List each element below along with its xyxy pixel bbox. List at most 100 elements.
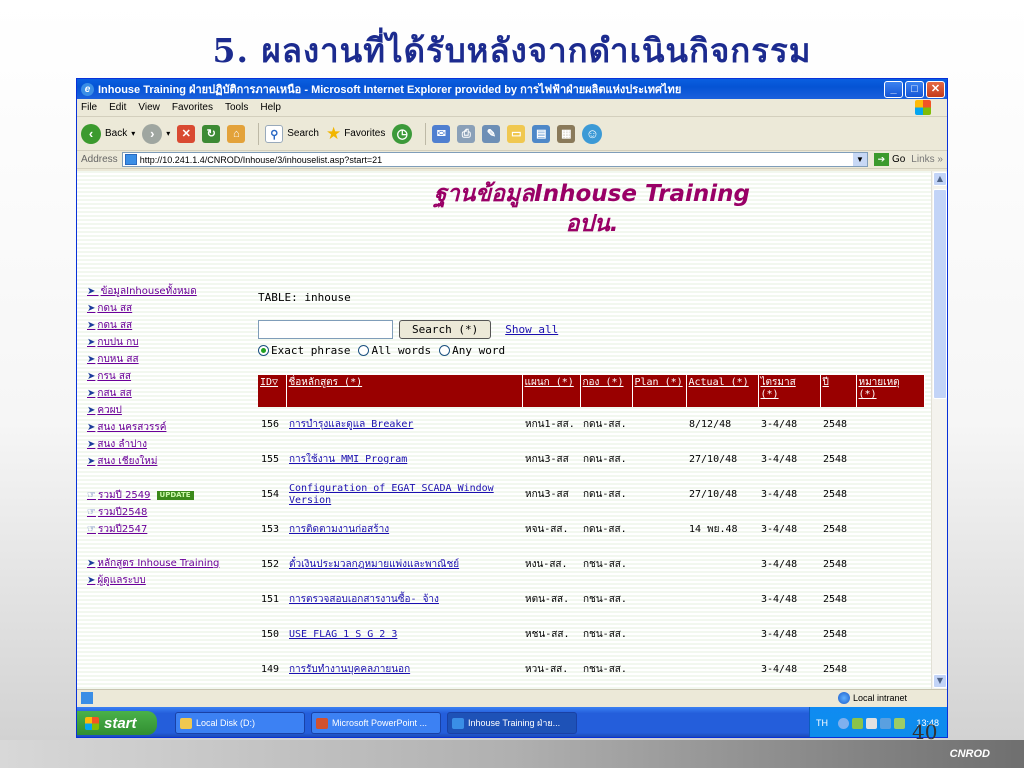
monitor-icon[interactable] <box>880 717 891 729</box>
menu-favorites[interactable]: Favorites <box>172 102 213 113</box>
course-title-link[interactable]: การใช้งาน MMI Program <box>289 454 407 465</box>
search-mode-option[interactable]: All words <box>358 344 431 357</box>
maximize-button[interactable]: □ <box>905 80 924 98</box>
sidebar-summary-0[interactable]: ☞ รวมปี 2549 UPDATE <box>87 487 219 504</box>
menu-view[interactable]: View <box>138 102 160 113</box>
course-title-link[interactable]: USE FLAG 1 S G 2 3 <box>289 629 397 640</box>
course-title-cell[interactable]: Configuration of EGAT SCADA Window Versi… <box>286 477 522 512</box>
course-title-link[interactable]: การรับทำงานบุคคลภายนอก <box>289 664 410 675</box>
folder-button[interactable]: ▭ <box>507 124 526 143</box>
windows-logo-icon <box>915 100 931 115</box>
window-titlebar[interactable]: e Inhouse Training ฝ่ายปฏิบัติการภาคเหนื… <box>77 79 947 99</box>
menu-edit[interactable]: Edit <box>109 102 126 113</box>
mail-button[interactable]: ✉ <box>432 124 451 143</box>
course-title-cell[interactable]: การใช้งาน MMI Program <box>286 442 522 477</box>
menu-tools[interactable]: Tools <box>225 102 248 113</box>
radio-button[interactable] <box>358 345 370 356</box>
favorites-button[interactable]: ★ Favorites <box>326 124 385 144</box>
refresh-button[interactable]: ↻ <box>202 124 221 143</box>
chevron-down-icon: ▾ <box>166 129 171 138</box>
course-title-link[interactable]: การบำรุงและดูแล Breaker <box>289 419 413 430</box>
course-title-cell[interactable]: การรับทำงานบุคคลภายนอก <box>286 652 522 687</box>
sidebar-item-5[interactable]: ➤ กรน สส <box>87 368 219 385</box>
sidebar-item-4[interactable]: ➤ กบหน สส <box>87 351 219 368</box>
taskbar-item-local-disk[interactable]: Local Disk (D:) <box>175 712 305 734</box>
search-button[interactable]: ⚲ Search <box>265 124 319 143</box>
sidebar-item-1[interactable]: ➤ กดน สส <box>87 300 219 317</box>
table-header-cell[interactable]: ID▽ <box>258 375 287 407</box>
stop-button[interactable]: ✕ <box>177 124 196 143</box>
table-header-cell[interactable]: หมายเหตุ (*) <box>856 375 925 407</box>
taskbar-item-inhouse-training[interactable]: Inhouse Training ฝ่าย... <box>447 712 577 734</box>
sidebar-item-7[interactable]: ➤ ควผป <box>87 402 219 419</box>
shield-icon[interactable] <box>866 717 877 729</box>
forward-button[interactable]: › ▾ <box>142 123 171 144</box>
discuss-button[interactable]: ▤ <box>532 124 551 143</box>
radio-button[interactable] <box>439 345 451 356</box>
table-header-cell[interactable]: แผนก (*) <box>522 375 581 407</box>
course-title-link[interactable]: การตรวจสอบเอกสารงานซื้อ- จ้าง <box>289 594 439 605</box>
search-mode-option[interactable]: Any word <box>439 344 505 357</box>
vertical-scrollbar[interactable]: ▲ ▼ <box>931 171 947 689</box>
research-button[interactable]: ▦ <box>557 124 576 143</box>
table-header-cell[interactable]: ชื่อหลักสูตร (*) <box>286 375 523 407</box>
sidebar-item-10[interactable]: ➤ สนง เชียงใหม่ <box>87 453 219 470</box>
taskbar-item-powerpoint[interactable]: Microsoft PowerPoint ... <box>311 712 441 734</box>
course-title-cell[interactable]: การบำรุงและดูแล Breaker <box>286 407 522 442</box>
history-button[interactable]: ◷ <box>392 123 413 144</box>
search-submit-button[interactable]: Search (*) <box>399 320 492 339</box>
table-header-cell[interactable]: Plan (*) <box>632 375 687 407</box>
table-header-cell[interactable]: ไตรมาส (*) <box>758 375 821 407</box>
sidebar-item-3[interactable]: ➤ กบปน กบ <box>87 334 219 351</box>
course-title-link[interactable]: ตั๋วเงินประมวลกฎหมายแพ่งและพาณิชย์ <box>289 559 459 570</box>
sidebar-summary-1[interactable]: ☞ รวมปี2548 <box>87 504 219 521</box>
sidebar-item-9[interactable]: ➤ สนง ลำปาง <box>87 436 219 453</box>
volume-icon[interactable] <box>894 717 905 729</box>
sidebar-item-6[interactable]: ➤ กสน สส <box>87 385 219 402</box>
network-icon[interactable] <box>852 717 863 729</box>
table-header-cell[interactable]: ปี <box>820 375 857 407</box>
course-title-cell[interactable]: ตั๋วเงินประมวลกฎหมายแพ่งและพาณิชย์ <box>286 547 522 582</box>
go-button[interactable]: ➔ Go <box>873 153 905 166</box>
messenger-button[interactable]: ☺ <box>582 123 603 144</box>
sidebar-extra-0[interactable]: ➤ หลักสูตร Inhouse Training <box>87 555 219 572</box>
search-mode-option[interactable]: Exact phrase <box>258 344 350 357</box>
links-button[interactable]: Links » <box>911 154 943 165</box>
home-button[interactable]: ⌂ <box>227 124 246 143</box>
address-input[interactable]: http://10.241.1.4/CNROD/Inhouse/3/inhous… <box>121 152 868 167</box>
menu-help[interactable]: Help <box>260 102 281 113</box>
language-indicator[interactable]: TH <box>816 718 828 728</box>
show-all-link[interactable]: Show all <box>505 323 558 336</box>
print-button[interactable]: ⎙ <box>457 124 476 143</box>
mail-icon: ✉ <box>432 124 451 143</box>
course-title-cell[interactable]: การตรวจสอบเอกสารงานซื้อ- จ้าง <box>286 582 522 617</box>
table-header-cell[interactable]: กอง (*) <box>580 375 633 407</box>
sidebar-item-2[interactable]: ➤ กดน สส <box>87 317 219 334</box>
course-title-cell[interactable]: USE FLAG 1 S G 2 3 <box>286 617 522 652</box>
cell-value: กชน-สส. <box>583 558 627 570</box>
search-input[interactable] <box>258 320 393 339</box>
close-button[interactable]: ✕ <box>926 80 945 98</box>
sidebar-item-label: กบหน สส <box>97 354 139 365</box>
powerpoint-icon <box>316 717 328 729</box>
radio-button[interactable] <box>258 345 269 356</box>
sidebar-item-0[interactable]: ➤ ข้อมูลInhouseทั้งหมด <box>87 283 219 300</box>
start-button[interactable]: start <box>77 711 157 735</box>
course-title-cell[interactable]: การติดตามงานก่อสร้าง <box>286 512 522 547</box>
table-header-label: Plan (*) <box>634 377 683 388</box>
minimize-button[interactable]: _ <box>884 80 903 98</box>
back-button[interactable]: ‹ Back ▾ <box>81 123 135 144</box>
table-header-cell[interactable]: Actual (*) <box>686 375 759 407</box>
scroll-down-button[interactable]: ▼ <box>933 674 947 688</box>
scroll-up-button[interactable]: ▲ <box>933 172 947 186</box>
edit-button[interactable]: ✎ <box>482 124 501 143</box>
sidebar-item-8[interactable]: ➤ สนง นครสวรรค์ <box>87 419 219 436</box>
menu-file[interactable]: File <box>81 102 97 113</box>
course-title-link[interactable]: Configuration of EGAT SCADA Window Versi… <box>289 483 494 506</box>
scroll-thumb[interactable] <box>933 189 947 399</box>
collapse-tray-icon[interactable] <box>838 717 849 729</box>
chevron-down-icon[interactable]: ▼ <box>852 153 867 166</box>
sidebar-extra-1[interactable]: ➤ ผู้ดูแลระบบ <box>87 572 219 589</box>
course-title-link[interactable]: การติดตามงานก่อสร้าง <box>289 524 389 535</box>
sidebar-summary-2[interactable]: ☞ รวมปี2547 <box>87 521 219 538</box>
